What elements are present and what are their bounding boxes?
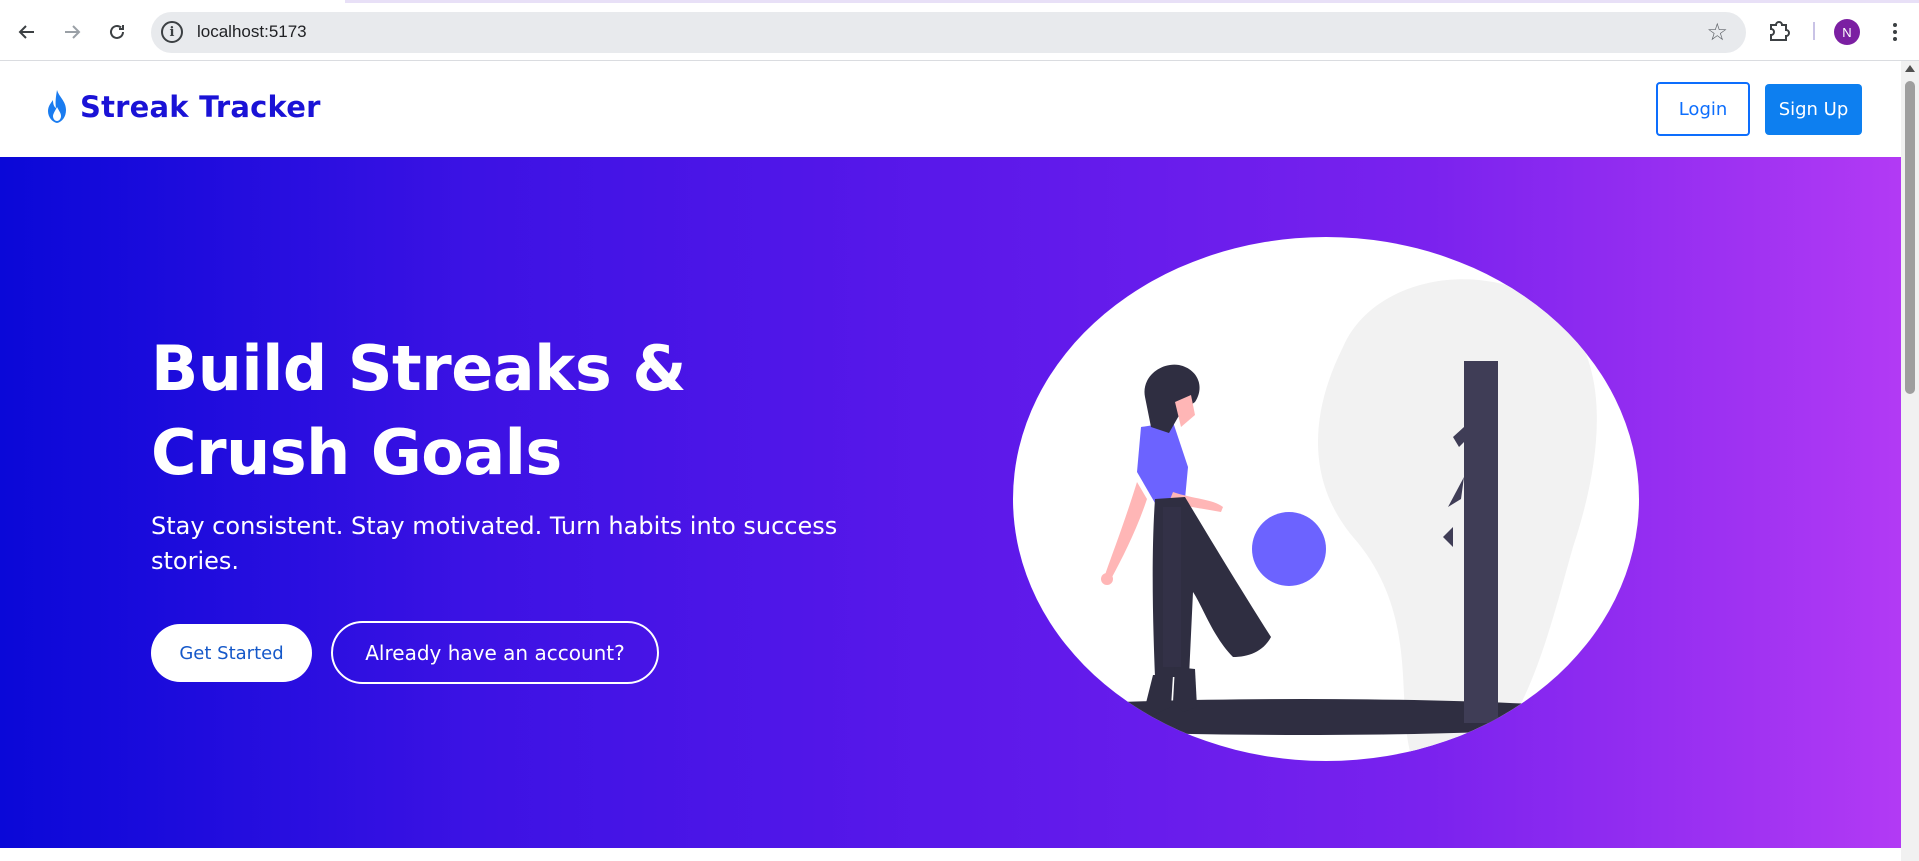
already-have-account-button[interactable]: Already have an account? [331,621,659,684]
reload-button[interactable] [99,14,135,50]
flame-icon [48,90,66,123]
page-viewport: Streak Tracker Login Sign Up Build Strea… [0,61,1901,861]
site-navbar: Streak Tracker Login Sign Up [0,61,1901,157]
bookmark-star-icon[interactable]: ☆ [1706,18,1728,46]
signup-button[interactable]: Sign Up [1765,84,1862,135]
back-button[interactable] [9,14,45,50]
figure-arm-left-hand [1101,573,1113,585]
hero-section: Build Streaks & Crush Goals Stay consist… [0,157,1901,848]
extensions-icon[interactable] [1764,16,1794,46]
figure-shoe-right [1173,667,1197,712]
ball [1252,512,1326,586]
post [1464,361,1498,723]
menu-dots-icon[interactable] [1885,14,1905,50]
hero-subtitle: Stay consistent. Stay motivated. Turn ha… [151,512,838,575]
get-started-button[interactable]: Get Started [151,624,312,682]
reload-icon [110,24,124,39]
tab-strip-edge [345,0,1919,3]
page-below-hero [0,848,1901,861]
login-button[interactable]: Login [1656,82,1750,136]
site-info-icon[interactable]: i [161,21,183,43]
address-bar[interactable]: i localhost:5173 ☆ [151,12,1746,53]
vertical-scrollbar[interactable] [1901,61,1919,861]
forward-arrow-icon [65,25,81,39]
plant-stem [1067,667,1104,761]
scroll-thumb[interactable] [1905,81,1915,394]
hero-title: Build Streaks & Crush Goals [151,327,851,495]
brand[interactable]: Streak Tracker [44,89,321,125]
brand-name: Streak Tracker [80,90,321,124]
back-arrow-icon [18,25,34,39]
url-text[interactable]: localhost:5173 [197,22,307,42]
toolbar-separator [1813,22,1815,40]
hero-title-line-2: Crush Goals [151,416,562,489]
hero-illustration [1013,237,1639,761]
forward-button[interactable] [54,14,90,50]
profile-avatar[interactable]: N [1834,19,1860,45]
scroll-up-arrow-icon[interactable] [1905,65,1915,72]
hero-title-line-1: Build Streaks & [151,332,686,405]
figure-legs-gradient [1163,507,1181,667]
ground-shadow [1013,699,1633,735]
browser-toolbar: i localhost:5173 ☆ N [0,0,1919,61]
